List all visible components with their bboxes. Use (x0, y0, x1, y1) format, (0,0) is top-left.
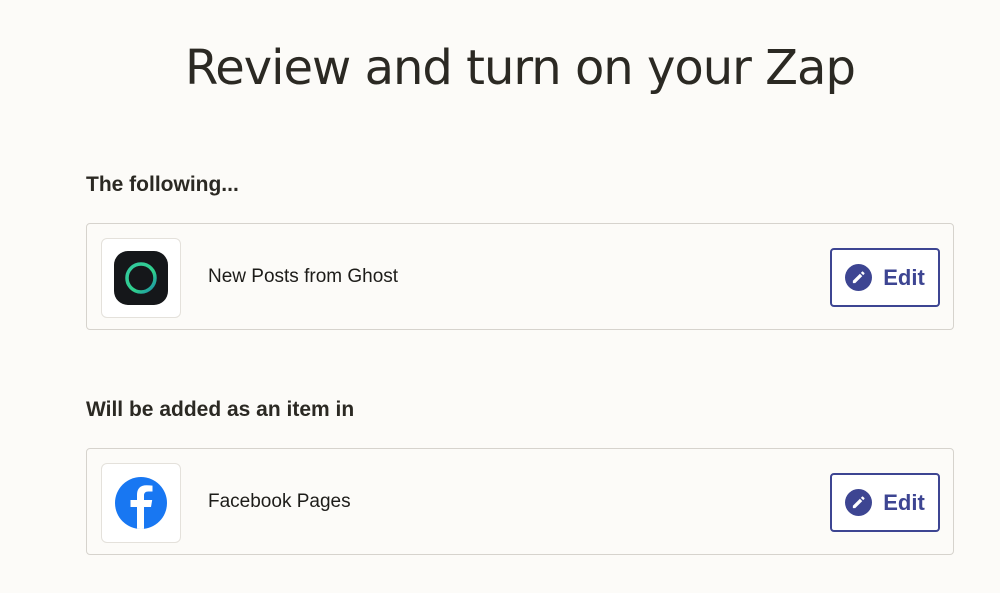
facebook-logo-box (101, 463, 181, 543)
ghost-logo-box (101, 238, 181, 318)
edit-button-label: Edit (883, 264, 925, 290)
trigger-section-heading: The following... (86, 173, 239, 196)
action-app-name: Facebook Pages (208, 490, 351, 512)
pencil-icon (845, 489, 873, 516)
action-section-heading: Will be added as an item in (86, 398, 355, 421)
action-edit-button[interactable]: Edit (830, 473, 940, 532)
facebook-logo-icon (115, 477, 167, 529)
trigger-edit-button[interactable]: Edit (830, 248, 940, 307)
ghost-logo-icon (114, 251, 168, 305)
action-step-card: Facebook Pages Edit (86, 448, 954, 555)
trigger-step-card: New Posts from Ghost Edit (86, 223, 954, 330)
edit-button-label: Edit (883, 489, 925, 515)
page-title: Review and turn on your Zap (185, 40, 856, 96)
pencil-icon (845, 264, 873, 291)
trigger-app-name: New Posts from Ghost (208, 265, 399, 287)
